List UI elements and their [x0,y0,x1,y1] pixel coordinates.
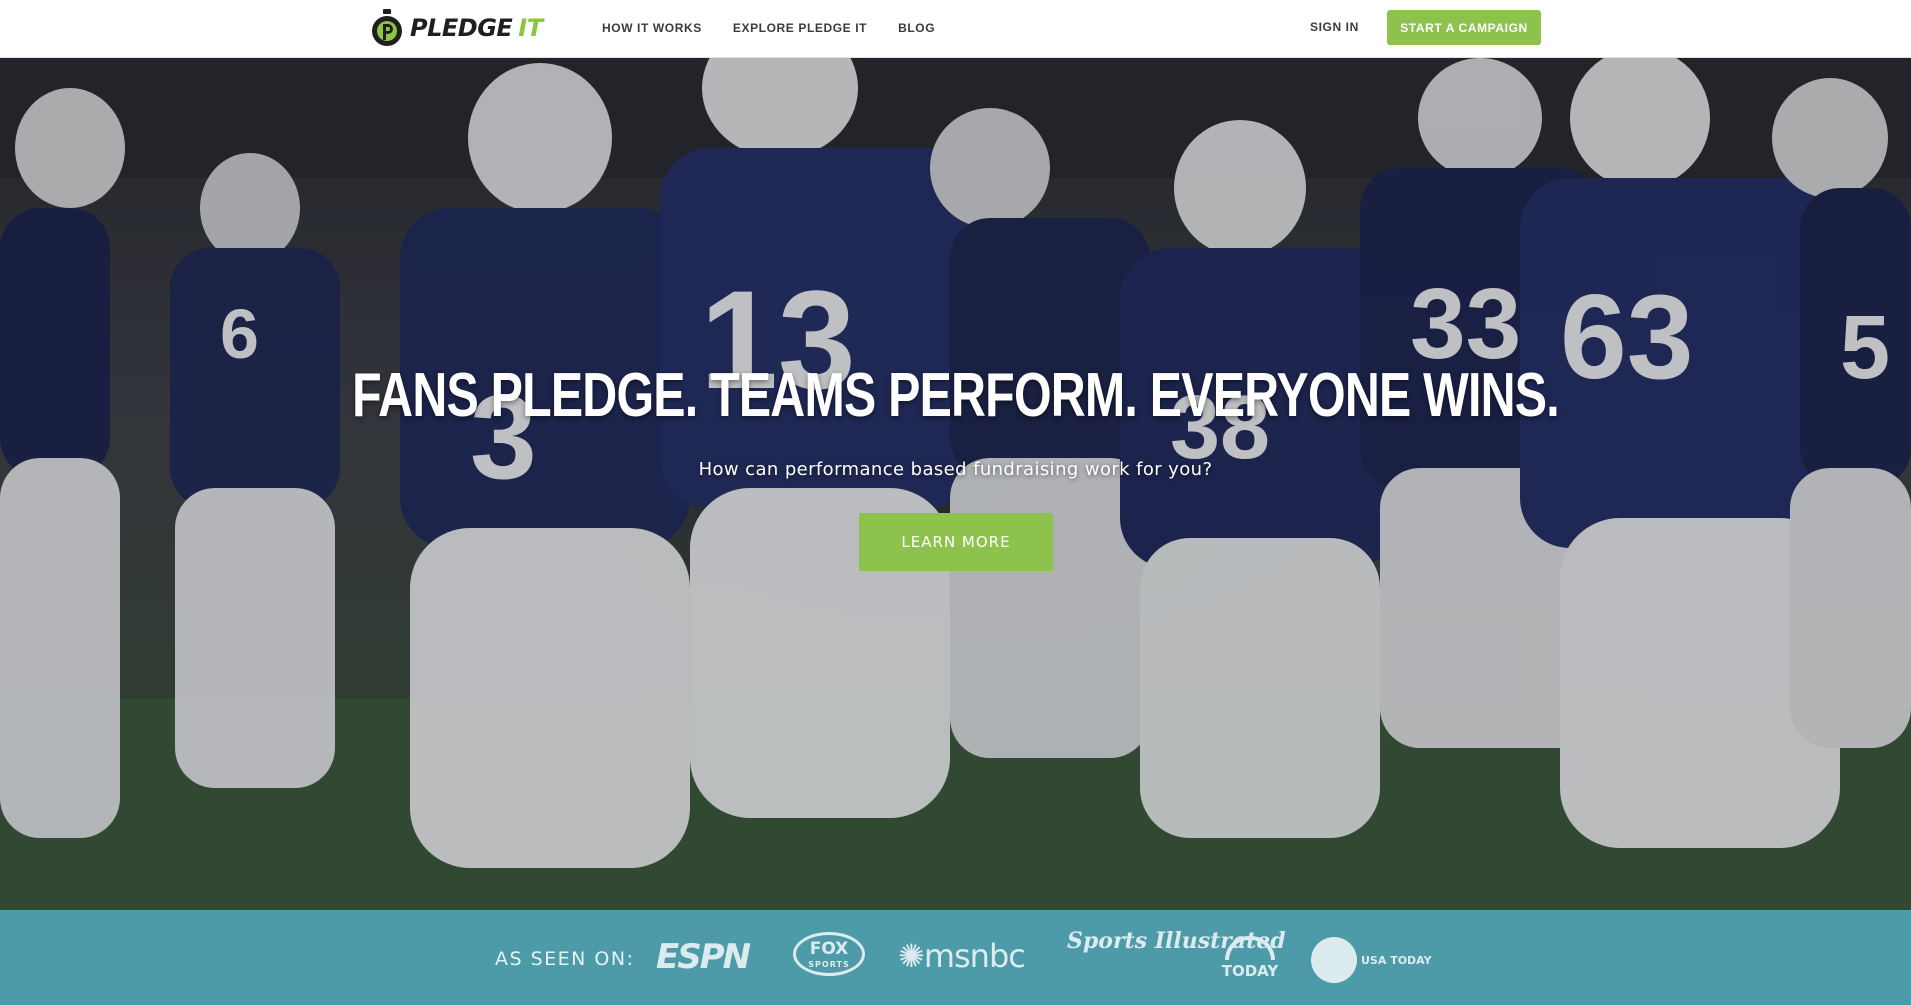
pledge-it-logo[interactable]: PLEDGE IT [370,6,543,50]
as-seen-on-bar: AS SEEN ON: ESPN FOX SPORTS ✺msnbc Sports… [0,910,1911,1005]
nav-how-it-works[interactable]: HOW IT WORKS [602,21,702,35]
usa-today-circle-icon [1311,937,1357,983]
peacock-icon: ✺ [898,937,925,975]
hero-dim-overlay [0,58,1911,910]
main-nav: HOW IT WORKS EXPLORE PLEDGE IT BLOG [602,0,966,55]
stopwatch-logo-icon [372,9,402,46]
today-logo: TODAY [1221,936,1279,980]
logo-text-accent: IT [518,14,543,42]
sign-in-link[interactable]: SIGN IN [1310,20,1359,34]
nav-explore-pledge-it[interactable]: EXPLORE PLEDGE IT [733,21,867,35]
hero-subheadline: How can performance based fundraising wo… [698,459,1213,480]
as-seen-on-label: AS SEEN ON: [495,948,635,970]
espn-logo: ESPN [656,937,751,977]
logo-wordmark: PLEDGE IT [410,14,543,42]
nav-blog[interactable]: BLOG [898,21,935,35]
fox-logo-text: FOX [809,939,849,959]
site-header: PLEDGE IT HOW IT WORKS EXPLORE PLEDGE IT … [0,0,1911,58]
usa-today-logo: USA TODAY [1311,937,1432,983]
fox-logo-subtext: SPORTS [808,960,850,969]
today-rainbow-icon [1225,936,1275,960]
usa-today-logo-text: USA TODAY [1361,953,1432,967]
msnbc-logo: ✺msnbc [898,937,1026,975]
logo-text-primary: PLEDGE [410,14,513,42]
hero-headline: FANS PLEDGE. TEAMS PERFORM. EVERYONE WIN… [352,361,1560,430]
today-logo-text: TODAY [1221,962,1279,980]
learn-more-button[interactable]: LEARN MORE [859,513,1053,571]
start-campaign-button[interactable]: START A CAMPAIGN [1387,10,1541,45]
fox-sports-logo: FOX SPORTS [793,932,865,976]
msnbc-logo-text: msnbc [923,937,1026,975]
hero-section: 13 3 63 33 38 6 5 FANS PLEDGE. TEAMS PER… [0,58,1911,910]
